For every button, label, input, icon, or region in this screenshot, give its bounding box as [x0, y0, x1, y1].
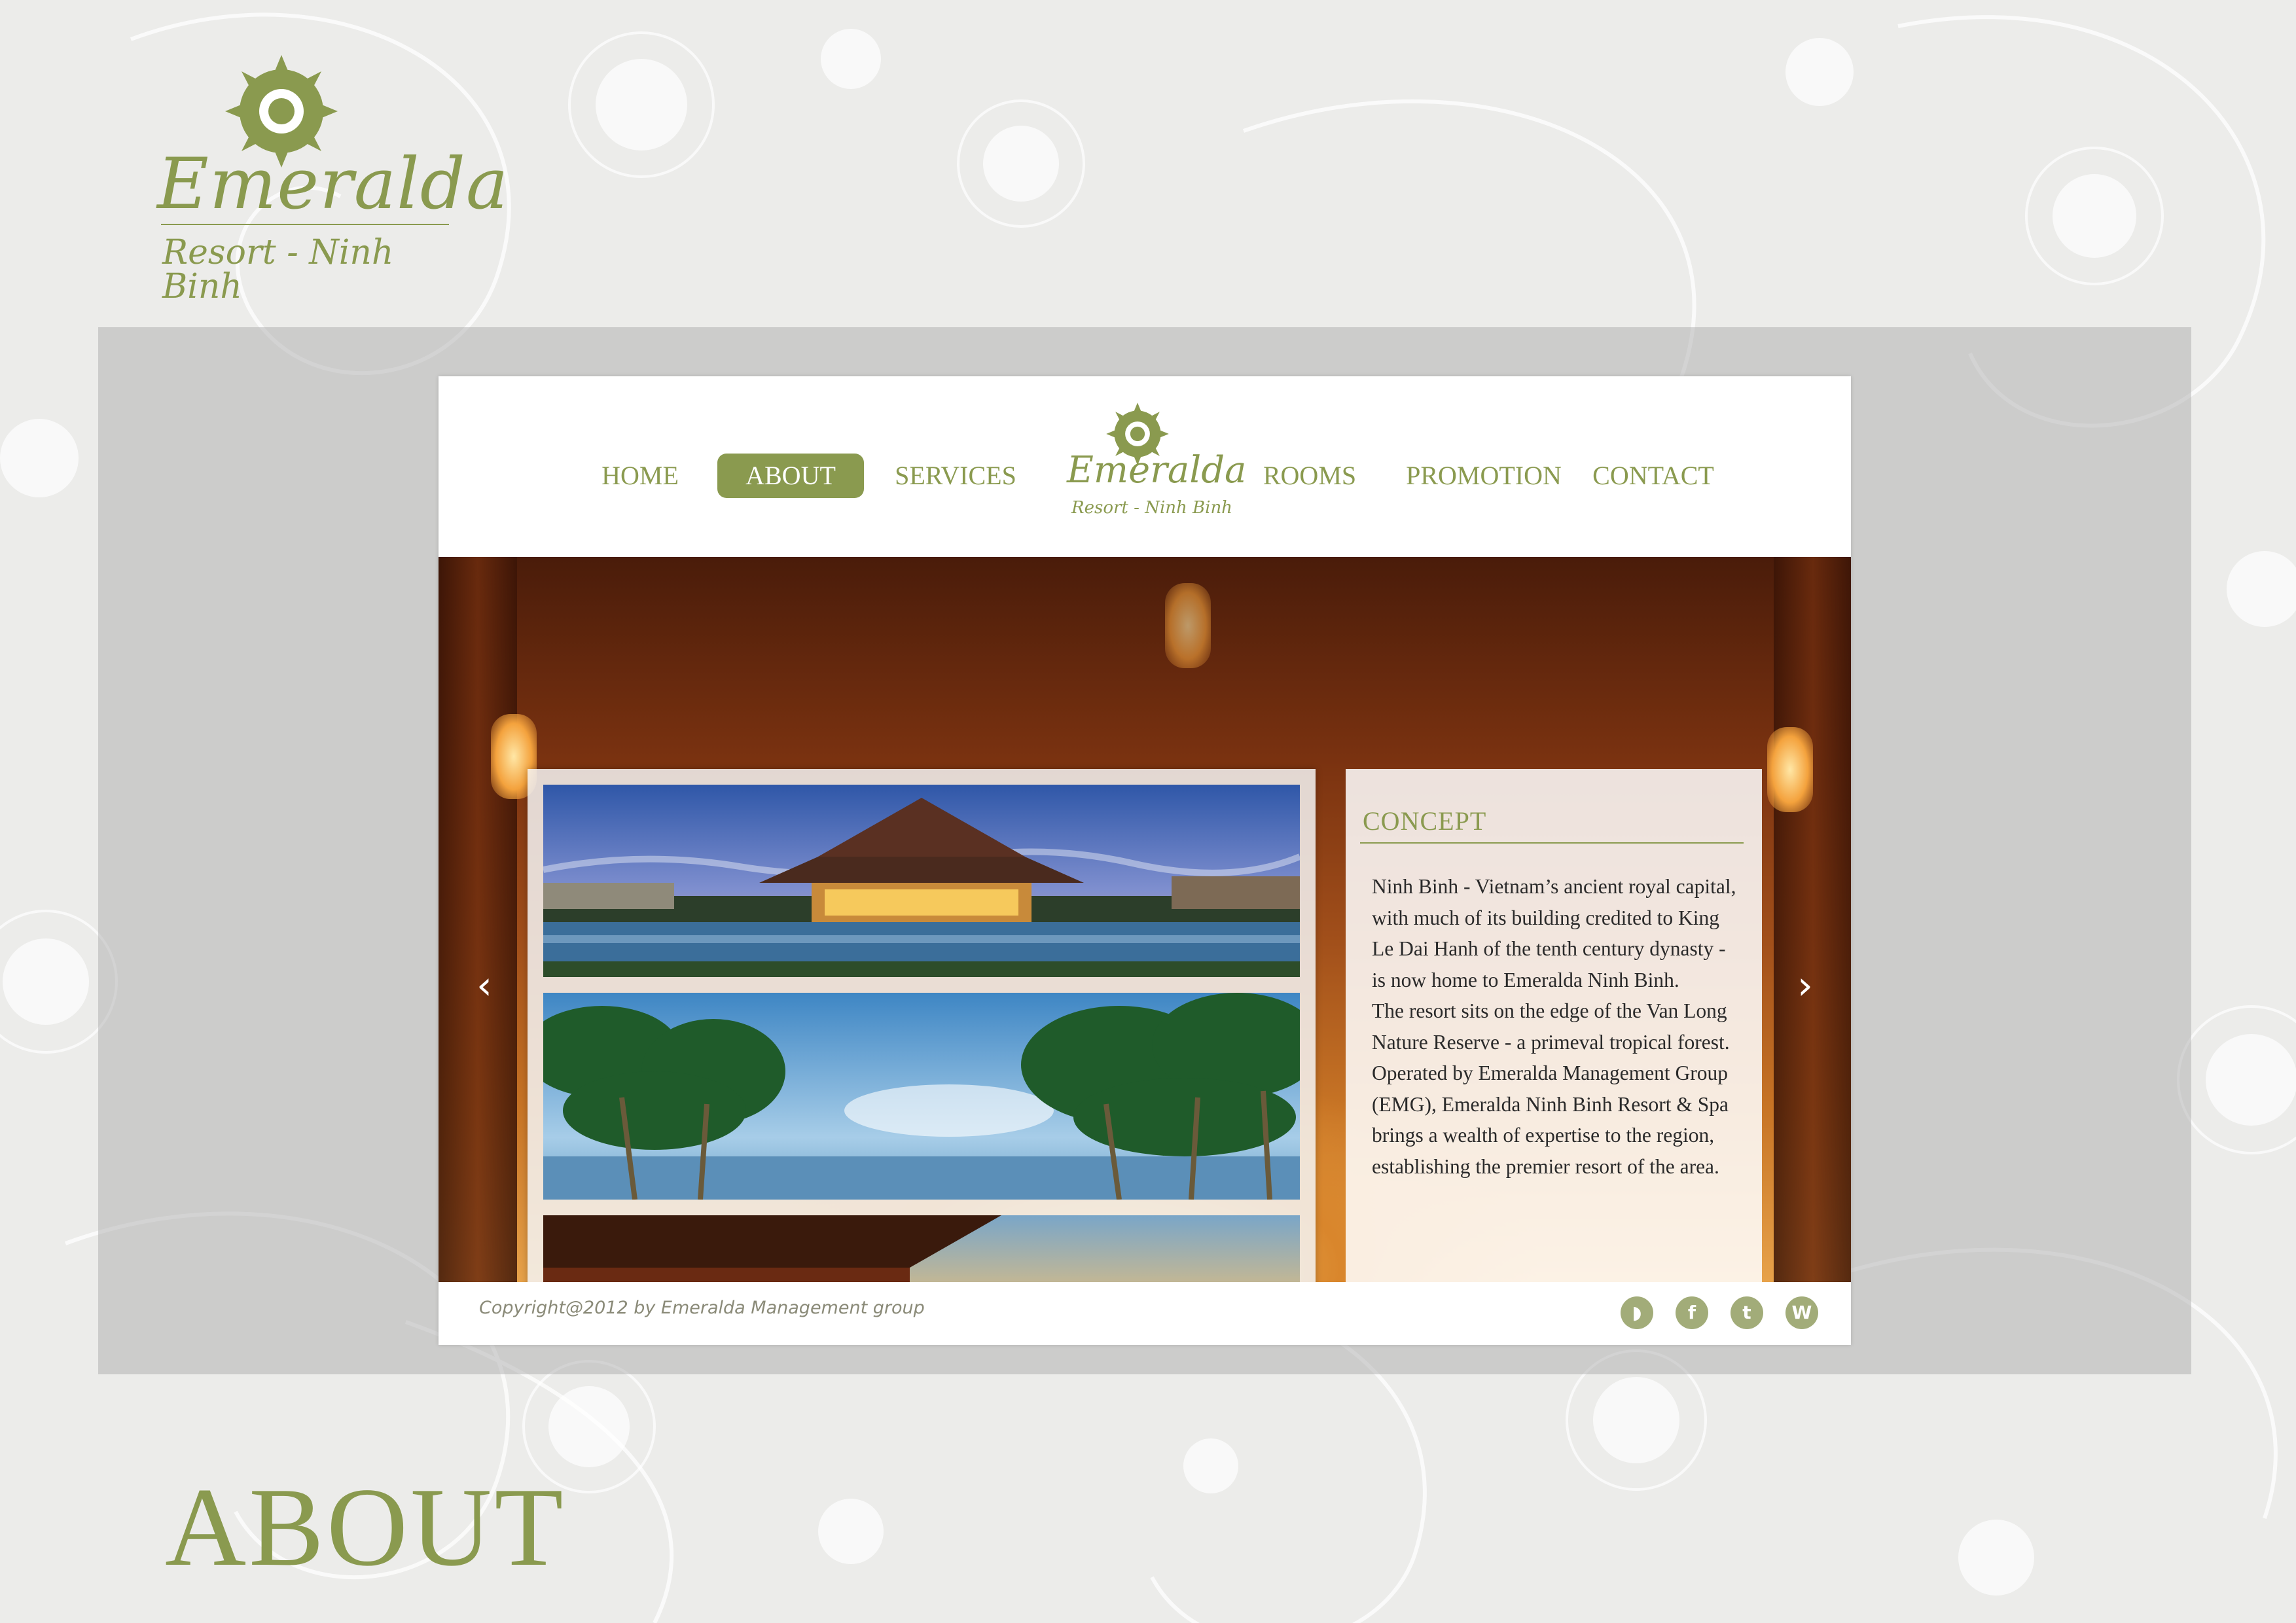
concept-paragraph: Ninh Binh - Vietnam’s ancient royal capi…	[1372, 875, 1736, 991]
concept-title: CONCEPT	[1363, 806, 1487, 836]
brand-name: Emeralda	[157, 143, 509, 225]
site-footer: Copyright@2012 by Emeralda Management gr…	[439, 1286, 1851, 1345]
nav-logo-subtitle: Resort - Ninh Binh	[1071, 498, 1232, 518]
copyright-text: Copyright@2012 by Emeralda Management gr…	[479, 1298, 925, 1318]
nav-rooms[interactable]: ROOMS	[1254, 454, 1365, 498]
pillar-left	[439, 557, 517, 1282]
page-heading: ABOUT	[165, 1465, 566, 1590]
brand-subtitle: Resort - Ninh Binh	[162, 233, 394, 306]
concept-divider	[1360, 842, 1744, 844]
slider-next-button[interactable]: ›	[1779, 956, 1831, 1015]
chevron-right-icon: ›	[1797, 963, 1813, 1008]
palm-trees-photo[interactable]	[543, 993, 1300, 1200]
photo-gallery	[528, 769, 1316, 1282]
nav-contact[interactable]: CONTACT	[1581, 454, 1725, 498]
nav-promotion[interactable]: PROMOTION	[1395, 454, 1572, 498]
sunset-veranda-photo[interactable]	[543, 1215, 1300, 1282]
lamp-glow	[1767, 727, 1813, 812]
concept-panel: CONCEPT Ninh Binh - Vietnam’s ancient ro…	[1346, 769, 1762, 1282]
concept-paragraph: Operated by Emeralda Management Group (E…	[1372, 1061, 1729, 1178]
hero-slider: ‹ › CONCEPT Ninh Binh - Vietnam’s ancien…	[439, 557, 1851, 1282]
facebook-icon[interactable]: f	[1676, 1296, 1708, 1329]
brand-logo: Emeralda Resort - Ninh Binh	[157, 52, 509, 304]
brand-divider	[161, 224, 449, 225]
twitter-icon[interactable]: t	[1731, 1296, 1763, 1329]
website-mockup: HOME ABOUT SERVICES Emeralda Resort - Ni…	[439, 376, 1851, 1345]
chevron-left-icon: ‹	[476, 963, 492, 1008]
rss-icon[interactable]: ◗	[1621, 1296, 1653, 1329]
wordpress-icon[interactable]: W	[1785, 1296, 1818, 1329]
concept-paragraph: The resort sits on the edge of the Van L…	[1372, 999, 1730, 1054]
main-nav: HOME ABOUT SERVICES Emeralda Resort - Ni…	[439, 376, 1851, 557]
concept-text: Ninh Binh - Vietnam’s ancient royal capi…	[1372, 871, 1738, 1182]
pillar-right	[1774, 557, 1851, 1282]
nav-logo-name: Emeralda	[1067, 449, 1247, 491]
nav-services[interactable]: SERVICES	[890, 454, 1021, 498]
slider-prev-button[interactable]: ‹	[458, 956, 511, 1015]
nav-logo[interactable]: Emeralda Resort - Ninh Binh	[1067, 401, 1247, 545]
nav-home[interactable]: HOME	[581, 454, 699, 498]
nav-about[interactable]: ABOUT	[717, 454, 864, 498]
lamp-glow	[1165, 583, 1211, 668]
temple-photo[interactable]	[543, 785, 1300, 977]
